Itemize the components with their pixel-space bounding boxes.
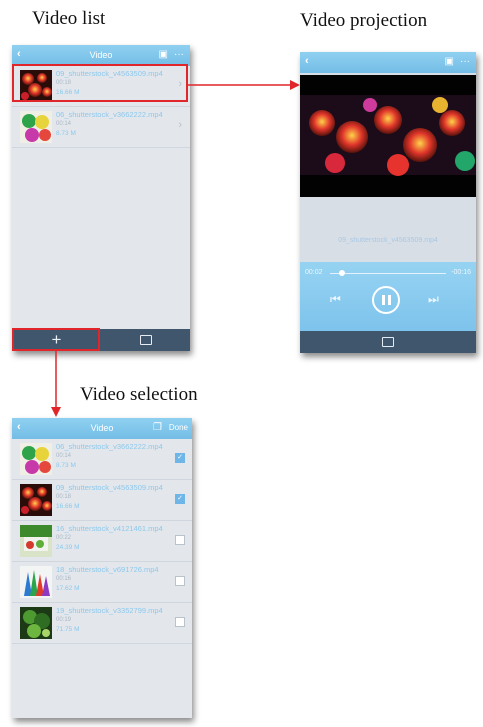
video-size: 16.66 M bbox=[56, 503, 80, 510]
caption-video-list: Video list bbox=[32, 8, 106, 29]
list-item[interactable]: 16_shutterstock_v4121461.mp4 00:22 24.39… bbox=[12, 521, 192, 562]
video-filename: 18_shutterstock_v691726.mp4 bbox=[56, 565, 159, 574]
checkbox-unchecked[interactable] bbox=[175, 617, 185, 627]
video-size: 8.73 M bbox=[56, 462, 76, 469]
pause-button[interactable] bbox=[372, 286, 400, 314]
cast-screen-icon[interactable]: ▣ bbox=[445, 56, 454, 67]
video-projection-screen: ‹ ▣ ··· 09_shutterstock_v4563509.mp4 00:… bbox=[300, 52, 476, 353]
video-size: 24.39 M bbox=[56, 544, 80, 551]
video-filename: 06_shutterstock_v3662222.mp4 bbox=[56, 442, 163, 451]
highlight-selected-video bbox=[12, 64, 188, 102]
video-size: 8.73 M bbox=[56, 130, 76, 137]
video-duration: 00:22 bbox=[56, 535, 72, 541]
playing-filename: 09_shutterstock_v4563509.mp4 bbox=[338, 237, 438, 244]
remaining-time: -00:16 bbox=[451, 269, 471, 276]
video-duration: 00:14 bbox=[56, 453, 72, 459]
bottom-bar bbox=[300, 331, 476, 353]
checkbox-checked[interactable]: ✓ bbox=[175, 494, 185, 504]
highlight-add-button bbox=[12, 328, 100, 351]
video-selection-screen: ‹ Video ❐ Done 06_shutterstock_v3662222.… bbox=[12, 418, 192, 718]
cast-icon[interactable] bbox=[382, 337, 394, 347]
checkbox-unchecked[interactable] bbox=[175, 535, 185, 545]
caption-video-projection: Video projection bbox=[300, 10, 428, 31]
back-icon[interactable]: ‹ bbox=[305, 55, 309, 67]
cast-screen-icon[interactable]: ▣ bbox=[159, 49, 168, 60]
nav-bar: ‹ Video ❐ Done bbox=[12, 418, 192, 439]
video-thumbnail bbox=[20, 484, 52, 516]
checkbox-unchecked[interactable] bbox=[175, 576, 185, 586]
nav-bar: ‹ Video ▣ ··· bbox=[12, 45, 190, 66]
video-thumbnail bbox=[20, 443, 52, 475]
video-frame bbox=[300, 75, 476, 197]
cast-icon[interactable] bbox=[140, 335, 152, 345]
checkbox-checked[interactable]: ✓ bbox=[175, 453, 185, 463]
select-all-icon[interactable]: ❐ bbox=[153, 422, 162, 433]
elapsed-time: 00:02 bbox=[305, 269, 323, 276]
list-item[interactable]: 19_shutterstock_v3352799.mp4 00:19 71.75… bbox=[12, 603, 192, 644]
chevron-right-icon: › bbox=[178, 119, 182, 131]
previous-icon[interactable]: ⏮ bbox=[330, 292, 341, 307]
video-filename: 16_shutterstock_v4121461.mp4 bbox=[56, 524, 163, 533]
progress-thumb[interactable] bbox=[339, 270, 345, 276]
list-item[interactable]: 09_shutterstock_v4563509.mp4 00:18 16.66… bbox=[12, 480, 192, 521]
nav-bar: ‹ ▣ ··· bbox=[300, 52, 476, 73]
progress-track[interactable] bbox=[330, 273, 446, 274]
list-item[interactable]: 06_shutterstock_v3662222.mp4 00:14 8.73 … bbox=[12, 439, 192, 480]
video-thumbnail bbox=[20, 111, 52, 143]
video-duration: 00:18 bbox=[56, 494, 72, 500]
more-icon[interactable]: ··· bbox=[174, 49, 184, 60]
video-thumbnail bbox=[20, 525, 52, 557]
pause-icon-bar bbox=[388, 295, 391, 305]
video-duration: 00:14 bbox=[56, 121, 72, 127]
more-icon[interactable]: ··· bbox=[460, 56, 470, 67]
video-filename: 09_shutterstock_v4563509.mp4 bbox=[56, 483, 163, 492]
video-size: 71.75 M bbox=[56, 626, 80, 633]
video-thumbnail bbox=[20, 607, 52, 639]
list-item[interactable]: 18_shutterstock_v691726.mp4 00:16 17.62 … bbox=[12, 562, 192, 603]
player-controls: 00:02 -00:16 ⏮ ⏭ bbox=[300, 262, 476, 331]
caption-video-selection: Video selection bbox=[80, 384, 198, 405]
nav-title: Video bbox=[90, 423, 114, 433]
video-duration: 00:19 bbox=[56, 617, 72, 623]
video-filename: 19_shutterstock_v3352799.mp4 bbox=[56, 606, 163, 615]
pause-icon bbox=[382, 295, 385, 305]
video-filename: 06_shutterstock_v3662222.mp4 bbox=[56, 110, 163, 119]
video-duration: 00:16 bbox=[56, 576, 72, 582]
next-icon[interactable]: ⏭ bbox=[428, 292, 439, 307]
video-thumbnail bbox=[20, 566, 52, 598]
done-button[interactable]: Done bbox=[169, 423, 188, 432]
video-size: 17.62 M bbox=[56, 585, 80, 592]
list-item[interactable]: 06_shutterstock_v3662222.mp4 00:14 8.73 … bbox=[12, 107, 190, 148]
